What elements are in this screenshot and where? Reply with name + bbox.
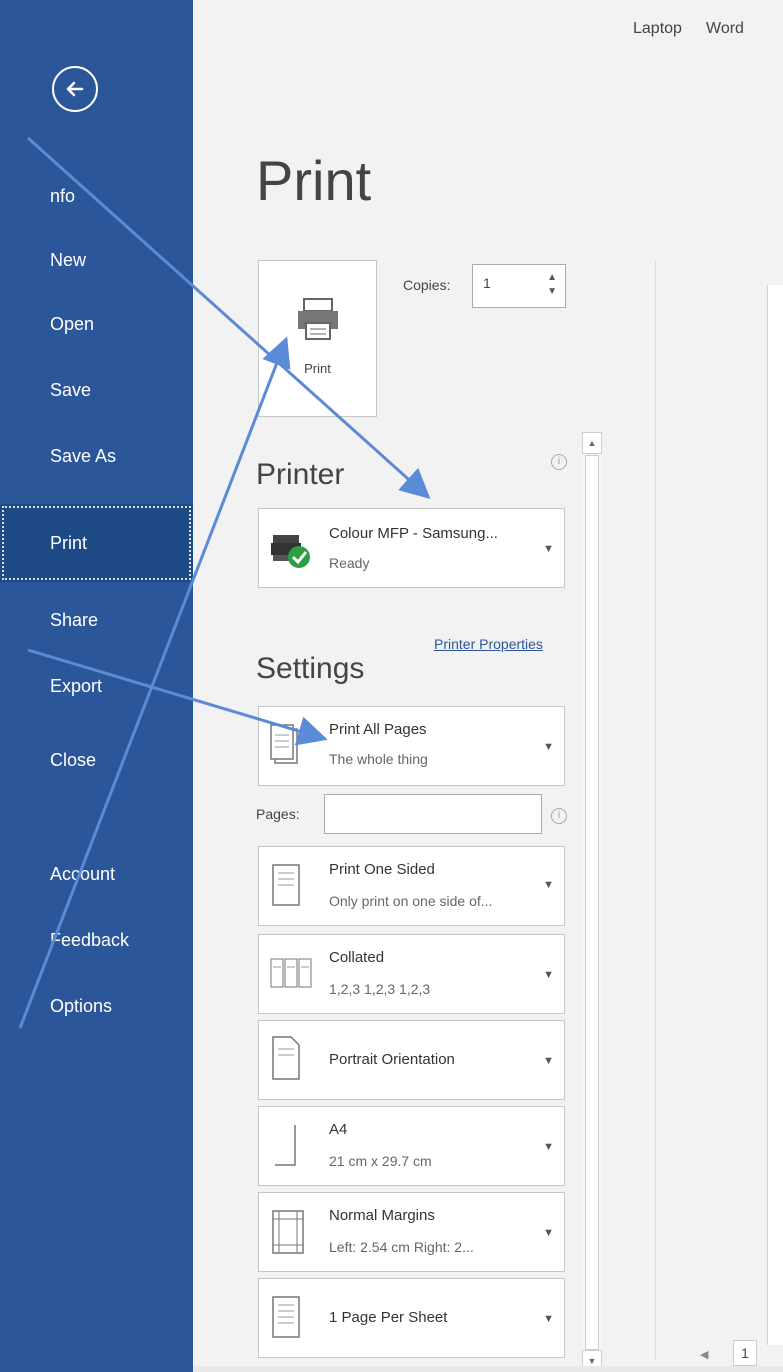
pages-per-sheet-dropdown[interactable]: 1 Page Per Sheet ▼ [258, 1278, 565, 1358]
print-button-label: Print [304, 361, 331, 376]
printer-properties-link[interactable]: Printer Properties [434, 636, 543, 652]
one-sided-icon [272, 864, 300, 906]
orientation-dropdown[interactable]: Portrait Orientation ▼ [258, 1020, 565, 1100]
page-per-sheet-icon [272, 1296, 300, 1338]
margins-title: Normal Margins [329, 1207, 435, 1224]
chevron-down-icon: ▼ [543, 1141, 554, 1153]
collated-icon [270, 958, 312, 988]
chevron-down-icon: ▼ [543, 741, 554, 753]
orientation-title: Portrait Orientation [329, 1051, 455, 1068]
preview-page [767, 285, 783, 1345]
chevron-down-icon: ▼ [543, 879, 554, 891]
printer-status: Ready [329, 555, 370, 571]
chevron-down-icon: ▼ [543, 969, 554, 981]
nav-open[interactable]: Open [0, 302, 193, 346]
pages-label: Pages: [256, 806, 300, 822]
app-name: Word [706, 20, 744, 37]
back-button[interactable] [52, 66, 98, 112]
info-icon[interactable]: i [551, 808, 567, 824]
chevron-down-icon: ▼ [543, 1313, 554, 1325]
print-range-title: Print All Pages [329, 721, 427, 738]
scroll-up-icon[interactable]: ▲ [582, 432, 602, 454]
status-bar [193, 1366, 783, 1372]
print-range-desc: The whole thing [329, 751, 428, 767]
document-location: Laptop [633, 20, 682, 37]
printer-heading: Printer [256, 458, 345, 491]
nav-close[interactable]: Close [0, 738, 193, 782]
collation-title: Collated [329, 949, 385, 966]
collation-desc: 1,2,3 1,2,3 1,2,3 [329, 981, 431, 997]
copies-label: Copies: [403, 277, 451, 293]
paper-size-icon [275, 1125, 296, 1166]
print-button[interactable]: Print [258, 260, 377, 417]
printer-dropdown[interactable]: Colour MFP - Samsung... Ready ▼ [258, 508, 565, 588]
margins-dropdown[interactable]: Normal Margins Left: 2.54 cm Right: 2...… [258, 1192, 565, 1272]
nav-info[interactable]: nfo [0, 174, 193, 218]
info-icon[interactable]: i [551, 454, 567, 470]
paper-size-title: A4 [329, 1121, 348, 1138]
page-title: Print [256, 149, 372, 212]
collation-dropdown[interactable]: Collated 1,2,3 1,2,3 1,2,3 ▼ [258, 934, 565, 1014]
sides-desc: Only print on one side of... [329, 893, 493, 909]
back-arrow-icon [66, 81, 84, 97]
print-range-dropdown[interactable]: Print All Pages The whole thing ▼ [258, 706, 565, 786]
pages-icon [270, 724, 298, 764]
portrait-icon [272, 1036, 300, 1080]
nav-share[interactable]: Share [0, 598, 193, 642]
spinner-arrows-icon[interactable]: ▲ ▼ [547, 271, 557, 299]
chevron-down-icon: ▼ [543, 1227, 554, 1239]
nav-print[interactable]: Print [0, 504, 193, 582]
copies-spinner[interactable]: 1 ▲ ▼ [472, 264, 566, 308]
paper-size-dropdown[interactable]: A4 21 cm x 29.7 cm ▼ [258, 1106, 565, 1186]
scrollbar-thumb[interactable] [585, 455, 599, 1350]
margins-desc: Left: 2.54 cm Right: 2... [329, 1239, 474, 1255]
backstage-sidebar: nfo New Open Save Save As Print Share Ex… [0, 0, 193, 1372]
nav-options[interactable]: Options [0, 984, 193, 1028]
sides-dropdown[interactable]: Print One Sided Only print on one side o… [258, 846, 565, 926]
chevron-down-icon: ▼ [543, 1055, 554, 1067]
preview-divider [655, 260, 656, 1360]
paper-size-desc: 21 cm x 29.7 cm [329, 1153, 432, 1169]
page-number-input[interactable]: 1 [733, 1340, 757, 1366]
chevron-down-icon: ▼ [543, 543, 554, 555]
printer-device-icon [271, 535, 310, 568]
pages-input[interactable] [324, 794, 542, 834]
nav-save-as[interactable]: Save As [0, 434, 193, 478]
pages-per-sheet-title: 1 Page Per Sheet [329, 1309, 448, 1326]
sides-title: Print One Sided [329, 861, 435, 878]
copies-value: 1 [483, 275, 491, 291]
margins-icon [272, 1210, 304, 1254]
printer-name: Colour MFP - Samsung... [329, 525, 498, 542]
nav-account[interactable]: Account [0, 852, 193, 896]
settings-heading: Settings [256, 652, 365, 685]
printer-icon [298, 298, 338, 340]
nav-new[interactable]: New [0, 238, 193, 282]
nav-save[interactable]: Save [0, 368, 193, 412]
previous-page-icon[interactable]: ◀ [700, 1348, 708, 1361]
nav-export[interactable]: Export [0, 664, 193, 708]
nav-feedback[interactable]: Feedback [0, 918, 193, 962]
